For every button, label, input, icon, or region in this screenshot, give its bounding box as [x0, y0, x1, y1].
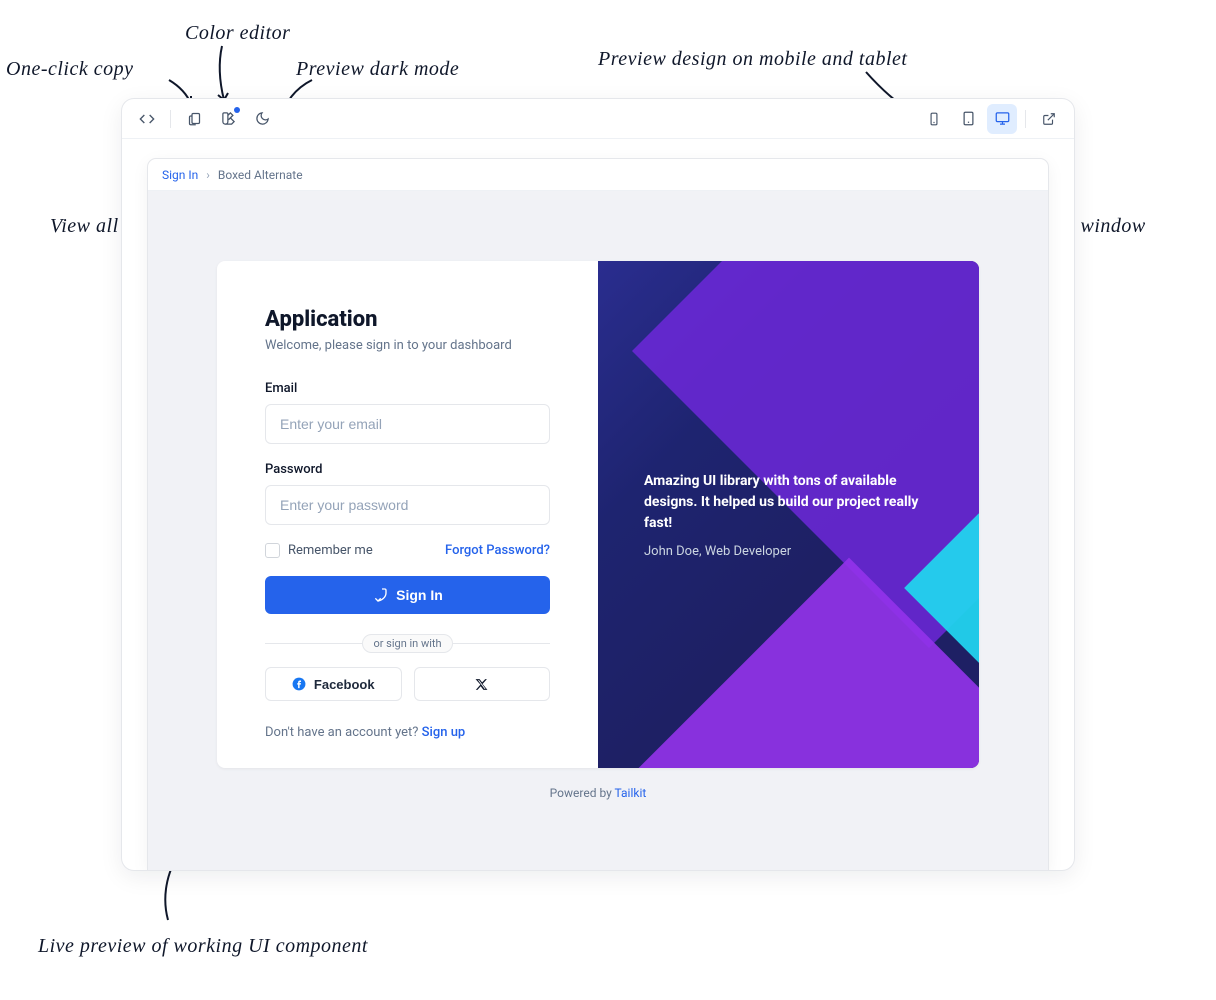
code-icon [139, 111, 155, 127]
facebook-icon [292, 677, 306, 691]
promo-author: John Doe, Web Developer [644, 544, 933, 559]
desktop-preview-button[interactable] [987, 104, 1017, 134]
annotation-copy: One-click copy [6, 58, 133, 81]
arrow-enter-icon [372, 587, 388, 603]
remember-me[interactable]: Remember me [265, 543, 373, 558]
annotation-dark: Preview dark mode [296, 58, 459, 81]
mobile-preview-button[interactable] [919, 104, 949, 134]
remember-label: Remember me [288, 543, 373, 558]
annotation-live: Live preview of working UI component [38, 935, 368, 958]
password-input[interactable] [265, 485, 550, 525]
toolbar [122, 99, 1074, 139]
divider-text: or sign in with [362, 634, 452, 653]
facebook-button[interactable]: Facebook [265, 667, 402, 701]
dark-mode-button[interactable] [247, 104, 277, 134]
forgot-password-link[interactable]: Forgot Password? [445, 543, 550, 558]
footer: Powered by Tailkit [550, 786, 647, 800]
open-window-button[interactable] [1034, 104, 1064, 134]
x-icon [475, 678, 488, 691]
signup-prompt: Don't have an account yet? Sign up [265, 725, 550, 740]
chevron-right-icon: › [206, 168, 210, 182]
code-snippets-button[interactable] [132, 104, 162, 134]
footer-link[interactable]: Tailkit [615, 786, 647, 800]
x-button[interactable] [414, 667, 551, 701]
promo-panel: Amazing UI library with tons of availabl… [598, 261, 979, 768]
app-subtitle: Welcome, please sign in to your dashboar… [265, 338, 550, 353]
toolbar-separator [1025, 110, 1026, 128]
facebook-label: Facebook [314, 677, 375, 692]
remember-checkbox[interactable] [265, 543, 280, 558]
preview-panel: Sign In › Boxed Alternate Application We… [148, 159, 1048, 870]
email-label: Email [265, 381, 550, 396]
arrow-color-icon [212, 44, 232, 104]
indicator-dot [234, 107, 240, 113]
promo-quote: Amazing UI library with tons of availabl… [644, 471, 933, 534]
toolbar-separator [170, 110, 171, 128]
copy-button[interactable] [179, 104, 209, 134]
mobile-icon [927, 112, 941, 126]
app-title: Application [265, 307, 550, 332]
password-label: Password [265, 462, 550, 477]
tablet-icon [961, 111, 976, 126]
breadcrumb-root[interactable]: Sign In [162, 168, 198, 182]
component-frame: Sign In › Boxed Alternate Application We… [122, 99, 1074, 870]
email-input[interactable] [265, 404, 550, 444]
clipboard-icon [187, 111, 202, 126]
swatch-icon [221, 111, 236, 126]
external-icon [1042, 112, 1056, 126]
preview-body: Application Welcome, please sign in to y… [148, 191, 1048, 870]
signin-form-panel: Application Welcome, please sign in to y… [217, 261, 598, 768]
tablet-preview-button[interactable] [953, 104, 983, 134]
signin-button-label: Sign In [396, 587, 443, 603]
signin-card: Application Welcome, please sign in to y… [217, 261, 979, 768]
signin-button[interactable]: Sign In [265, 576, 550, 614]
signup-link[interactable]: Sign up [422, 725, 466, 740]
color-editor-button[interactable] [213, 104, 243, 134]
breadcrumb: Sign In › Boxed Alternate [148, 159, 1048, 191]
divider: or sign in with [265, 634, 550, 653]
annotation-color: Color editor [185, 22, 290, 45]
breadcrumb-current: Boxed Alternate [218, 168, 303, 182]
moon-icon [255, 111, 270, 126]
annotation-devices: Preview design on mobile and tablet [598, 48, 907, 71]
desktop-icon [995, 111, 1010, 126]
